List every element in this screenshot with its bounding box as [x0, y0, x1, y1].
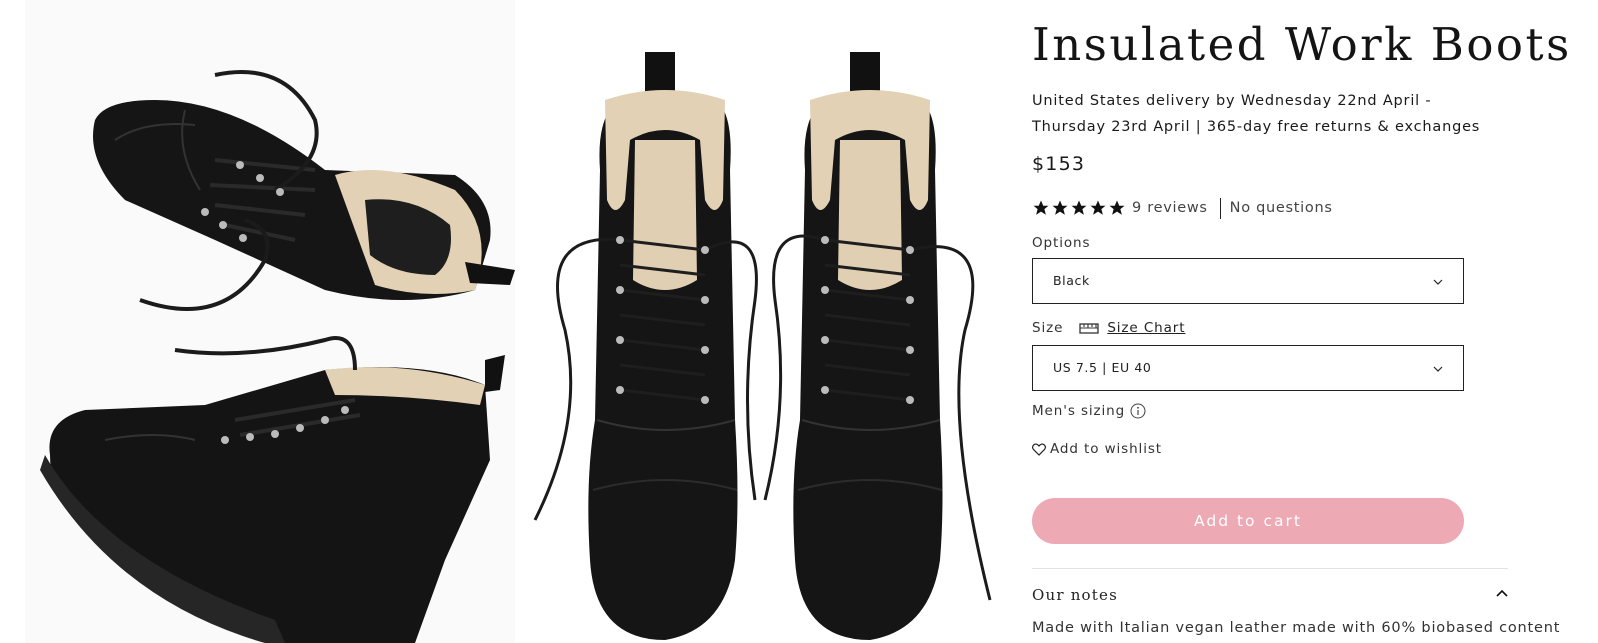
- reviews-link[interactable]: 9 reviews: [1132, 200, 1208, 216]
- star-rating[interactable]: [1032, 199, 1126, 217]
- star-icon: [1052, 200, 1068, 215]
- boots-top-view-image[interactable]: [25, 0, 515, 643]
- star-icon: [1071, 200, 1087, 215]
- product-price: $153: [1032, 153, 1086, 175]
- chevron-down-icon: [1433, 366, 1443, 372]
- mens-sizing-row: Men's sizing: [1032, 403, 1146, 419]
- reviews-row: 9 reviews No questions: [1032, 197, 1333, 219]
- star-icon: [1033, 200, 1049, 215]
- options-label: Options: [1032, 235, 1091, 251]
- options-select[interactable]: Black: [1032, 258, 1464, 304]
- star-icon: [1090, 200, 1106, 215]
- chevron-down-icon: [1433, 279, 1443, 285]
- questions-link[interactable]: No questions: [1230, 200, 1333, 216]
- star-icon: [1109, 200, 1125, 215]
- boots-front-view-illustration: [525, 0, 1010, 643]
- size-selected-value: US 7.5 | EU 40: [1053, 360, 1152, 375]
- size-label: Size: [1032, 320, 1064, 336]
- add-to-wishlist-button[interactable]: Add to wishlist: [1032, 441, 1162, 457]
- add-to-cart-button[interactable]: Add to cart: [1032, 498, 1464, 544]
- boots-top-view-illustration: [25, 0, 515, 643]
- delivery-info: United States delivery by Wednesday 22nd…: [1032, 93, 1481, 135]
- wishlist-label: Add to wishlist: [1050, 441, 1162, 457]
- reviews-divider: [1219, 197, 1221, 219]
- mens-sizing-label: Men's sizing: [1032, 403, 1126, 419]
- section-divider: [1032, 568, 1508, 569]
- options-selected-value: Black: [1053, 273, 1090, 288]
- our-notes-body: Made with Italian vegan leather made wit…: [1032, 620, 1561, 636]
- chevron-up-icon: [1496, 589, 1508, 597]
- size-row: Size Size Chart: [1032, 320, 1185, 336]
- our-notes-title: Our notes: [1032, 586, 1118, 604]
- heart-icon: [1032, 442, 1046, 456]
- size-select[interactable]: US 7.5 | EU 40: [1032, 345, 1464, 391]
- boots-front-view-image[interactable]: [525, 0, 1010, 643]
- ruler-icon: [1079, 323, 1099, 334]
- our-notes-accordion-header[interactable]: Our notes: [1032, 585, 1508, 607]
- size-chart-link[interactable]: Size Chart: [1107, 320, 1185, 336]
- product-title: Insulated Work Boots: [1032, 18, 1572, 71]
- product-gallery: [0, 0, 1010, 643]
- info-icon[interactable]: [1130, 403, 1146, 419]
